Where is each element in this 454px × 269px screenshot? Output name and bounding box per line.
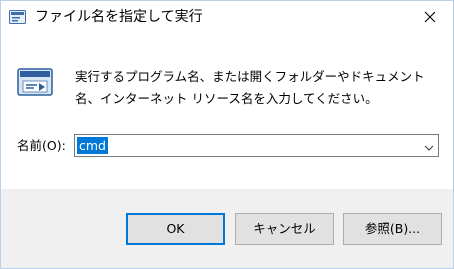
name-label: 名前(O): bbox=[17, 138, 66, 153]
close-button[interactable] bbox=[408, 1, 453, 32]
window-title: ファイル名を指定して実行 bbox=[35, 9, 203, 25]
dialog-description: 実行するプログラム名、または開くフォルダーやドキュメント名、インターネット リソ… bbox=[75, 69, 425, 106]
chevron-down-icon bbox=[424, 145, 434, 151]
command-combobox[interactable]: cmd bbox=[74, 134, 439, 157]
close-icon bbox=[424, 11, 436, 23]
dropdown-button[interactable] bbox=[424, 141, 434, 151]
browse-button[interactable]: 参照(B)... bbox=[343, 213, 442, 245]
command-input[interactable]: cmd bbox=[77, 137, 108, 154]
run-icon bbox=[9, 10, 26, 24]
button-panel: OK キャンセル 参照(B)... bbox=[1, 189, 453, 268]
ok-button[interactable]: OK bbox=[126, 213, 225, 245]
title-bar[interactable]: ファイル名を指定して実行 bbox=[1, 1, 453, 33]
cancel-button[interactable]: キャンセル bbox=[235, 213, 334, 245]
run-icon bbox=[17, 67, 53, 97]
run-dialog: ファイル名を指定して実行 実行するプログラム名、または開くフォルダーやドキュメン… bbox=[0, 0, 454, 269]
